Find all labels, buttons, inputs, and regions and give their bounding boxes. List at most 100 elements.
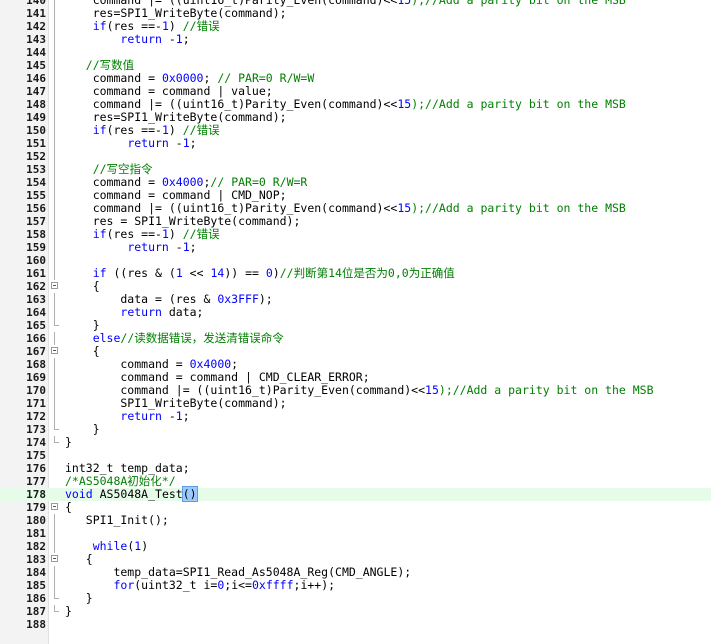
code-line[interactable]: 185 for(uint32_t i=0;i<=0xffff;i++); xyxy=(0,579,711,592)
code-token: 1 xyxy=(161,227,169,241)
code-token: // PAR=0 R/W=W xyxy=(217,71,315,85)
code-token: res=SPI1_WriteByte(command); xyxy=(65,110,287,124)
code-token: 1 xyxy=(161,19,169,33)
fold-collapse-icon[interactable] xyxy=(51,347,58,354)
code-token: for xyxy=(113,578,135,592)
code-text: void AS5048A_Test() xyxy=(65,486,198,502)
code-token: { xyxy=(65,500,72,514)
code-token: 0 xyxy=(265,266,273,280)
code-text: } xyxy=(65,605,72,618)
line-number: 167 xyxy=(26,345,46,358)
code-token: ); xyxy=(258,292,273,306)
fold-guide-line xyxy=(54,72,55,85)
code-token: command |= ((uint16_t)Parity_Even(comman… xyxy=(65,97,398,111)
line-number: 174 xyxy=(26,436,46,449)
line-number: 147 xyxy=(26,85,46,98)
code-token: return xyxy=(127,136,169,150)
code-line[interactable]: 172 return -1; xyxy=(0,410,711,423)
fold-guide-line xyxy=(54,7,55,20)
code-token: 1 xyxy=(161,123,169,137)
code-line[interactable]: 151 return -1; xyxy=(0,137,711,150)
code-token: command |= ((uint16_t)Parity_Even(comman… xyxy=(65,383,426,397)
code-token: } xyxy=(65,604,72,618)
fold-guide-line xyxy=(54,85,55,98)
fold-collapse-icon[interactable] xyxy=(51,282,58,289)
line-number: 170 xyxy=(26,384,46,397)
line-number: 171 xyxy=(26,397,46,410)
fold-guide-line xyxy=(54,163,55,176)
fold-end-mark xyxy=(54,429,59,430)
fold-guide-line xyxy=(54,384,55,397)
code-line[interactable]: 173 } xyxy=(0,423,711,437)
code-line[interactable]: 180 SPI1_Init(); xyxy=(0,514,711,527)
code-line[interactable]: 161 if ((res & (1 << 14)) == 0)//判断第14位是… xyxy=(0,267,711,280)
fold-guide-line xyxy=(54,293,55,306)
fold-collapse-icon[interactable] xyxy=(51,555,58,562)
line-number: 185 xyxy=(26,579,46,592)
code-token: 0x0000 xyxy=(161,71,204,85)
fold-guide-line xyxy=(54,137,55,150)
code-line[interactable]: 174} xyxy=(0,436,711,450)
line-number: 162 xyxy=(26,280,46,293)
line-number: 154 xyxy=(26,176,46,189)
fold-guide-line xyxy=(54,176,55,189)
code-token: );//Add a parity bit on the MSB xyxy=(411,0,626,7)
line-number: 183 xyxy=(26,553,46,566)
fold-guide-line xyxy=(54,267,55,280)
code-token: 1 xyxy=(182,240,190,254)
line-number: 144 xyxy=(26,46,46,59)
code-token: ; xyxy=(189,136,197,150)
code-token: (uint32_t i= xyxy=(134,578,218,592)
fold-end-mark xyxy=(54,611,59,612)
fold-guide-line xyxy=(54,98,55,111)
code-line[interactable]: 159 return -1; xyxy=(0,241,711,254)
line-number: 152 xyxy=(26,150,46,163)
code-token: (res ==- xyxy=(106,19,162,33)
code-token: command = command | CMD_CLEAR_ERROR; xyxy=(65,370,370,384)
code-token: )) == xyxy=(224,266,266,280)
code-token: command = xyxy=(65,175,162,189)
fold-guide-line xyxy=(54,566,55,579)
code-token: );//Add a parity bit on the MSB xyxy=(411,97,626,111)
line-number: 151 xyxy=(26,137,46,150)
code-token: - xyxy=(168,240,183,254)
code-token: ; xyxy=(182,32,190,46)
code-line[interactable]: 186 } xyxy=(0,592,711,606)
code-line[interactable]: 166 else//读数据错误，发送清错误命令 xyxy=(0,332,711,345)
code-token: //错误 xyxy=(182,227,220,241)
line-number: 177 xyxy=(26,475,46,488)
line-number: 143 xyxy=(26,33,46,46)
code-token: command |= ((uint16_t)Parity_Even(comman… xyxy=(65,201,398,215)
code-area[interactable]: 140 command |= ((uint16_t)Parity_Even(co… xyxy=(0,0,711,631)
code-line[interactable]: 178 void AS5048A_Test() xyxy=(0,486,711,502)
code-line[interactable]: 187} xyxy=(0,605,711,619)
fold-guide-line xyxy=(54,241,55,254)
code-token: command = command | CMD_NOP; xyxy=(65,188,287,202)
code-token: if xyxy=(92,266,107,280)
code-line[interactable]: 188 xyxy=(0,618,711,631)
code-token: return xyxy=(120,305,162,319)
code-token: return xyxy=(127,240,169,254)
code-token: { xyxy=(65,552,93,566)
code-token: /*AS5048A初始化*/ xyxy=(65,474,176,488)
code-line[interactable]: 143 return -1; xyxy=(0,33,711,46)
fold-guide-line xyxy=(54,371,55,384)
line-number: 176 xyxy=(26,462,46,475)
code-line[interactable]: 182 while(1) xyxy=(0,540,711,553)
line-number: 179 xyxy=(26,501,46,514)
code-token: command = xyxy=(65,71,162,85)
code-token: ; xyxy=(182,409,190,423)
fold-collapse-icon[interactable] xyxy=(51,503,58,510)
line-number: 142 xyxy=(26,20,46,33)
line-number: 164 xyxy=(26,306,46,319)
code-text: if ((res & (1 << 14)) == 0)//判断第14位是否为0,… xyxy=(65,267,455,280)
code-editor[interactable]: 140 command |= ((uint16_t)Parity_Even(co… xyxy=(0,0,711,644)
code-token: - xyxy=(161,32,176,46)
code-text: return -1; xyxy=(65,240,196,254)
code-token: ) xyxy=(272,266,280,280)
code-line[interactable]: 164 return data; xyxy=(0,306,711,319)
line-number: 146 xyxy=(26,72,46,85)
